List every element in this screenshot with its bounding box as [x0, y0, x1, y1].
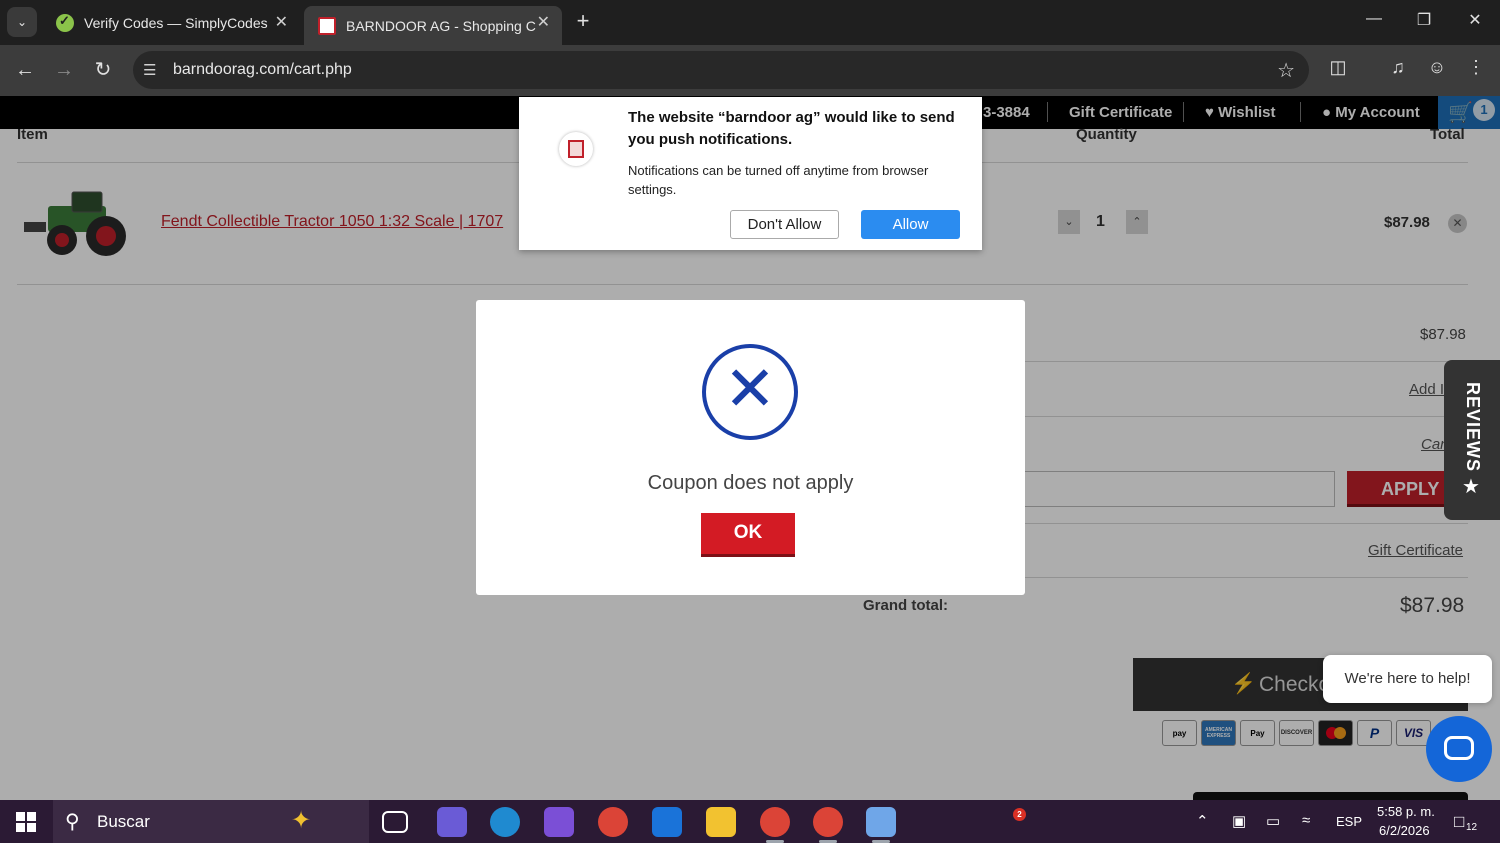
- file-explorer-icon[interactable]: [706, 807, 736, 837]
- url-text[interactable]: barndoorag.com/cart.php: [173, 61, 352, 79]
- modal-message: Coupon does not apply: [647, 472, 854, 494]
- restore-icon[interactable]: ❐: [1409, 10, 1439, 30]
- taskbar-search[interactable]: ⚲ Buscar ✦: [53, 800, 369, 843]
- bookmark-star-icon[interactable]: ☆: [1277, 58, 1295, 83]
- forward-arrow-icon[interactable]: →: [51, 57, 77, 83]
- reviews-label: REVIEWS: [1463, 382, 1483, 473]
- windows-start-icon[interactable]: [16, 812, 36, 832]
- tab-barndoor[interactable]: BARNDOOR AG - Shopping Car ✕: [304, 6, 562, 45]
- push-prompt-title: The website “barndoor ag” would like to …: [628, 109, 955, 148]
- profile-icon[interactable]: ☺: [1424, 57, 1450, 78]
- notification-badge: 2: [1013, 808, 1026, 821]
- address-bar[interactable]: ☰ barndoorag.com/cart.php ☆: [133, 51, 1309, 89]
- sparkle-icon: ✦: [291, 807, 312, 834]
- outlook-icon[interactable]: [652, 807, 682, 837]
- clock-date[interactable]: 6/2/2026: [1379, 823, 1430, 838]
- search-placeholder: Buscar: [97, 812, 150, 831]
- clock-time[interactable]: 5:58 p. m.: [1377, 804, 1435, 819]
- tab-title: BARNDOOR AG - Shopping Car: [346, 17, 536, 34]
- edge-icon[interactable]: [490, 807, 520, 837]
- notifications-count: 12: [1466, 822, 1478, 833]
- minimize-icon[interactable]: —: [1359, 10, 1389, 28]
- star-icon: ★: [1462, 476, 1480, 498]
- close-icon[interactable]: ✕: [537, 12, 550, 32]
- browser-toolbar: ← → ↻ ☰ barndoorag.com/cart.php ☆ ◫ ♫ ☺ …: [0, 45, 1500, 96]
- chrome-profile-2-icon[interactable]: [813, 807, 843, 837]
- tab-title: Verify Codes — SimplyCodes: [84, 14, 268, 31]
- reload-icon[interactable]: ↻: [90, 57, 116, 83]
- cart-page: 3-3884 Gift Certificate ♥ Wishlist ● My …: [0, 96, 1500, 800]
- push-prompt-description: Notifications can be turned off anytime …: [628, 163, 929, 197]
- chevron-down-icon: ⌄: [16, 15, 28, 29]
- chat-launcher-button[interactable]: [1426, 716, 1492, 782]
- extensions-icon[interactable]: ◫: [1325, 57, 1351, 78]
- back-arrow-icon[interactable]: ←: [12, 57, 38, 83]
- chat-icon: [1444, 736, 1474, 760]
- barndoor-logo-icon: [559, 132, 593, 166]
- tab-simplycodes[interactable]: Verify Codes — SimplyCodes ✕: [42, 6, 300, 39]
- search-icon: ⚲: [65, 811, 80, 833]
- chrome-icon[interactable]: [598, 807, 628, 837]
- close-icon[interactable]: ✕: [275, 12, 288, 32]
- tab-search-button[interactable]: ⌄: [7, 7, 37, 37]
- meet-icon[interactable]: ▣: [1232, 812, 1246, 830]
- new-tab-button[interactable]: +: [570, 9, 596, 35]
- battery-icon[interactable]: ▭: [1266, 812, 1280, 830]
- chat-help-bubble[interactable]: We're here to help!: [1323, 655, 1492, 703]
- task-view-icon[interactable]: [382, 811, 408, 833]
- notifications-icon[interactable]: □: [1454, 812, 1464, 832]
- media-controls-icon[interactable]: ♫: [1385, 57, 1411, 78]
- modal-ok-button[interactable]: OK: [701, 513, 795, 557]
- dont-allow-button[interactable]: Don't Allow: [730, 210, 839, 239]
- window-close-icon[interactable]: ✕: [1460, 10, 1490, 30]
- allow-button[interactable]: Allow: [861, 210, 960, 239]
- simplycodes-favicon-icon: [56, 13, 74, 32]
- menu-kebab-icon[interactable]: ⋮: [1463, 57, 1489, 78]
- error-x-icon: ✕: [702, 344, 798, 440]
- push-notification-prompt: The website “barndoor ag” would like to …: [519, 97, 982, 250]
- chrome-profile-icon[interactable]: [760, 807, 790, 837]
- chevron-up-icon[interactable]: ⌃: [1196, 812, 1209, 830]
- browser-tab-strip: ⌄ Verify Codes — SimplyCodes ✕ BARNDOOR …: [0, 0, 1500, 45]
- copilot-icon[interactable]: [437, 807, 467, 837]
- windows-taskbar: ⚲ Buscar ✦ 2 ⌃ ▣ ▭ ≈ ESP 5:58 p. m. 6/2/…: [0, 800, 1500, 843]
- wifi-icon[interactable]: ≈: [1302, 812, 1310, 829]
- clipchamp-icon[interactable]: [544, 807, 574, 837]
- language-indicator[interactable]: ESP: [1336, 814, 1362, 829]
- reviews-side-tab[interactable]: REVIEWS ★: [1444, 360, 1500, 520]
- site-settings-icon[interactable]: ☰: [143, 61, 156, 79]
- vpn-app-icon[interactable]: [866, 807, 896, 837]
- barndoor-favicon-icon: [318, 16, 336, 35]
- coupon-error-modal: ✕ Coupon does not apply OK: [476, 300, 1025, 595]
